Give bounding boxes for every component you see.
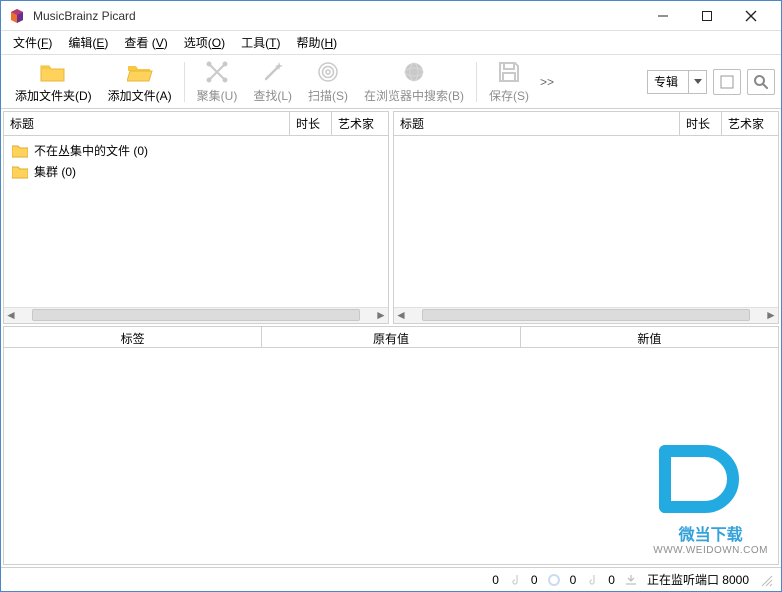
- tag-table-header: 标签 原有值 新值: [3, 326, 779, 348]
- toolbar-separator: [184, 62, 185, 102]
- add-file-button[interactable]: 添加文件(A): [100, 57, 180, 106]
- save-label: 保存(S): [489, 87, 529, 104]
- col-artist[interactable]: 艺术家: [722, 112, 778, 135]
- app-logo-icon: [9, 8, 25, 24]
- status-count-1: 0: [492, 573, 499, 587]
- clear-icon: [720, 75, 734, 89]
- right-pane: 标题 时长 艺术家 ◄ ►: [393, 111, 779, 324]
- col-duration[interactable]: 时长: [290, 112, 332, 135]
- statusbar: 0 0 0 0 正在监听端口 8000: [1, 567, 781, 591]
- col-tag[interactable]: 标签: [4, 327, 262, 347]
- scroll-left-icon[interactable]: ◄: [4, 308, 18, 322]
- folder-icon: [12, 165, 28, 179]
- scroll-right-icon[interactable]: ►: [764, 308, 778, 322]
- right-column-header: 标题 时长 艺术家: [394, 112, 778, 136]
- maximize-icon: [701, 10, 713, 22]
- scroll-thumb[interactable]: [422, 309, 750, 321]
- add-file-label: 添加文件(A): [108, 87, 172, 104]
- cluster-button[interactable]: 聚集(U): [189, 57, 246, 106]
- search-type-value: 专辑: [648, 71, 688, 92]
- disc-icon: [548, 574, 560, 586]
- download-icon: [625, 574, 637, 586]
- scroll-thumb[interactable]: [32, 309, 360, 321]
- top-split: 标题 时长 艺术家 不在丛集中的文件 (0) 集群 (0) ◄: [1, 109, 781, 326]
- folder-open-icon: [127, 61, 153, 83]
- resize-grip-icon[interactable]: [759, 573, 773, 587]
- status-listening: 正在监听端口 8000: [647, 571, 749, 588]
- combo-dropdown-button[interactable]: [688, 71, 706, 93]
- scroll-right-icon[interactable]: ►: [374, 308, 388, 322]
- status-count-2: 0: [531, 573, 538, 587]
- menu-options[interactable]: 选项(O): [176, 32, 233, 53]
- menu-help[interactable]: 帮助(H): [288, 32, 345, 53]
- maximize-button[interactable]: [685, 2, 729, 30]
- fingerprint-icon: [316, 60, 340, 84]
- folder-icon: [12, 144, 28, 158]
- add-folder-label: 添加文件夹(D): [15, 87, 92, 104]
- tree-item-clusters[interactable]: 集群 (0): [4, 161, 388, 182]
- col-title[interactable]: 标题: [4, 112, 290, 135]
- lookup-label: 查找(L): [253, 87, 292, 104]
- note-icon: [586, 574, 598, 586]
- note-icon: [509, 574, 521, 586]
- wand-icon: [261, 60, 285, 84]
- col-new-value[interactable]: 新值: [521, 327, 778, 347]
- toolbar-overflow-button[interactable]: >>: [537, 75, 557, 89]
- col-duration[interactable]: 时长: [680, 112, 722, 135]
- add-folder-button[interactable]: 添加文件夹(D): [7, 57, 100, 106]
- menu-view[interactable]: 查看 (V): [116, 32, 175, 53]
- titlebar: MusicBrainz Picard: [1, 1, 781, 31]
- globe-icon: [402, 60, 426, 84]
- tree-item-label: 不在丛集中的文件 (0): [34, 142, 148, 159]
- toolbar-separator: [476, 62, 477, 102]
- close-icon: [745, 10, 757, 22]
- browser-lookup-button[interactable]: 在浏览器中搜索(B): [356, 57, 472, 106]
- search-type-combo[interactable]: 专辑: [647, 70, 707, 94]
- watermark-logo-icon: [653, 443, 743, 521]
- save-button[interactable]: 保存(S): [481, 57, 537, 106]
- menu-edit[interactable]: 编辑(E): [60, 32, 116, 53]
- app-window: MusicBrainz Picard 文件(F) 编辑(E) 查看 (V) 选项…: [0, 0, 782, 592]
- minimize-icon: [657, 10, 669, 22]
- window-controls: [641, 2, 773, 30]
- close-button[interactable]: [729, 2, 773, 30]
- status-count-4: 0: [608, 573, 615, 587]
- browser-lookup-label: 在浏览器中搜索(B): [364, 87, 464, 104]
- scroll-left-icon[interactable]: ◄: [394, 308, 408, 322]
- clear-search-button[interactable]: [713, 69, 741, 95]
- col-artist[interactable]: 艺术家: [332, 112, 388, 135]
- tree-item-unclustered[interactable]: 不在丛集中的文件 (0): [4, 140, 388, 161]
- tree-item-label: 集群 (0): [34, 163, 76, 180]
- left-pane: 标题 时长 艺术家 不在丛集中的文件 (0) 集群 (0) ◄: [3, 111, 389, 324]
- left-column-header: 标题 时长 艺术家: [4, 112, 388, 136]
- right-tree[interactable]: [394, 136, 778, 307]
- lookup-button[interactable]: 查找(L): [245, 57, 300, 106]
- search-icon: [753, 74, 769, 90]
- save-icon: [497, 60, 521, 84]
- right-h-scrollbar[interactable]: ◄ ►: [394, 307, 778, 323]
- search-button[interactable]: [747, 69, 775, 95]
- menu-tools[interactable]: 工具(T): [233, 32, 288, 53]
- toolbar: 添加文件夹(D) 添加文件(A) 聚集(U) 查找(L) 扫描(S) 在浏览器中…: [1, 55, 781, 109]
- folder-icon: [40, 61, 66, 83]
- cluster-label: 聚集(U): [197, 87, 238, 104]
- menubar: 文件(F) 编辑(E) 查看 (V) 选项(O) 工具(T) 帮助(H): [1, 31, 781, 55]
- tag-table-body[interactable]: 微当下载 WWW.WEIDOWN.COM: [3, 348, 779, 566]
- watermark: 微当下载 WWW.WEIDOWN.COM: [653, 443, 768, 556]
- window-title: MusicBrainz Picard: [33, 9, 641, 23]
- chevron-down-icon: [694, 79, 702, 85]
- left-h-scrollbar[interactable]: ◄ ►: [4, 307, 388, 323]
- left-tree[interactable]: 不在丛集中的文件 (0) 集群 (0): [4, 136, 388, 307]
- scan-label: 扫描(S): [308, 87, 348, 104]
- col-title[interactable]: 标题: [394, 112, 680, 135]
- main-split: 标题 时长 艺术家 不在丛集中的文件 (0) 集群 (0) ◄: [1, 109, 781, 567]
- col-orig-value[interactable]: 原有值: [262, 327, 520, 347]
- status-count-3: 0: [570, 573, 577, 587]
- minimize-button[interactable]: [641, 2, 685, 30]
- scan-button[interactable]: 扫描(S): [300, 57, 356, 106]
- cluster-icon: [205, 60, 229, 84]
- menu-file[interactable]: 文件(F): [5, 32, 60, 53]
